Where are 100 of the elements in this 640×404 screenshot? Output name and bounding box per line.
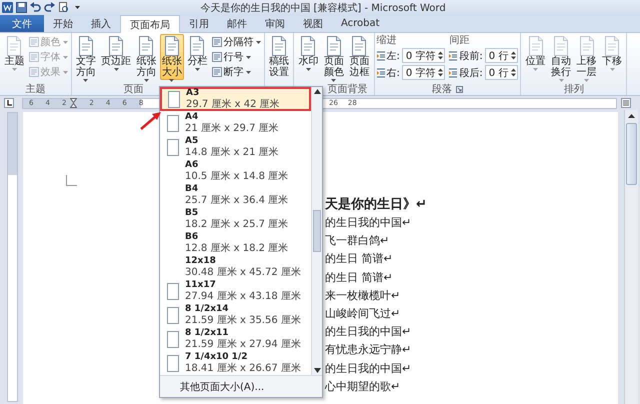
ribbon-tab[interactable]: Acrobat [332,15,389,32]
menu-item[interactable]: 7 1/4x10 1/2 18.41 厘米 x 26.67 厘米 [160,351,311,375]
menu-item[interactable]: A3 29.7 厘米 x 42 厘米 [160,87,311,111]
document-icon [212,37,222,47]
document-line: 的生日我的中国↵ [325,360,412,377]
ribbon-tab[interactable]: 引用 [180,15,218,32]
field-label: 段前: [459,50,483,62]
field-label: 右: [386,66,400,80]
ribbon-button[interactable]: 纸张大小 [160,34,184,80]
ribbon-button[interactable]: 断字 [210,65,262,79]
menu-item[interactable]: B6 12.8 厘米 x 18.2 厘米 [160,231,311,255]
ruler-toggle-icon[interactable] [621,98,631,108]
print-preview-icon[interactable] [58,2,69,13]
page-icon [138,36,154,56]
ribbon-button[interactable]: 水印 [296,34,320,80]
file-tab[interactable]: 文件 [0,15,44,32]
ribbon-button[interactable]: 分隔符 [210,35,262,49]
field-label: 左: [386,50,400,62]
scrollbar[interactable] [311,87,322,375]
page-icon [300,36,316,56]
page-icon [164,36,180,56]
scroll-thumb[interactable] [626,123,637,185]
page-icon [189,36,206,56]
menu-item[interactable]: A4 21 厘米 x 29.7 厘米 [160,111,311,135]
section-heading: 间距 [449,35,470,46]
page-icon [553,36,570,56]
menu-item[interactable]: 8 1/2x14 21.59 厘米 x 35.56 厘米 [160,303,311,327]
page-icon [270,36,287,56]
ribbon-button[interactable]: 页面边框 [347,34,372,80]
document-icon [212,67,222,77]
pointer-arrow [140,110,162,130]
document-line: 的生日我的中国↵ [325,324,412,340]
ribbon-tab[interactable]: 开始 [44,15,82,32]
scrollbar[interactable] [624,110,638,404]
document-line: 的生日我的中国↵ [325,215,412,231]
indent-marker-icon[interactable] [70,98,78,108]
menu-item[interactable]: B5 18.2 厘米 x 25.7 厘米 [160,207,311,231]
dialog-launcher-icon[interactable] [456,86,463,93]
menu-item[interactable]: A6 10.5 厘米 x 14.8 厘米 [160,159,311,183]
ribbon-button[interactable]: 行号 [210,50,262,64]
ribbon-tab[interactable]: 视图 [294,15,332,32]
spacing-icon [449,68,458,78]
document-line: 的生日 简谱↵ [325,270,394,286]
ribbon-button[interactable]: 分栏 [185,34,210,80]
spin-field[interactable]: 0 行 [484,65,518,80]
app-icon[interactable] [2,2,13,13]
document-icon [28,67,38,77]
ribbon-button[interactable]: 页边距 [99,34,133,80]
page-icon [351,36,368,56]
scroll-down-icon[interactable] [314,368,320,373]
scroll-up-icon[interactable] [627,112,636,121]
spin-field[interactable]: 0 字符 [402,65,446,80]
spinner-icon [511,51,516,60]
spacing-icon [449,50,458,60]
page-icon [326,36,342,56]
ribbon-button[interactable]: 纸张方向 [134,34,158,80]
scroll-up-icon[interactable] [314,89,320,94]
window-title: 今天是你的生日我的中国 [兼容模式] - Microsoft Word [199,2,447,14]
document-icon [212,52,222,62]
spinner-icon [438,51,444,60]
ribbon-tab[interactable]: 插入 [82,15,120,32]
spin-field[interactable]: 0 字符 [402,48,446,63]
document-icon [28,52,38,62]
ribbon-tab[interactable]: 审阅 [256,15,294,32]
group-label: 页面背景 [328,84,368,95]
document-title: 天是你的生日》↵ [325,196,428,214]
tab-stop-icon[interactable] [4,98,14,108]
document-icon [28,37,38,47]
section-heading: 缩进 [376,35,398,46]
indent-icon [376,50,384,60]
menu-item[interactable]: B4 25.7 厘米 x 36.4 厘米 [160,183,311,207]
ribbon-button[interactable]: 稿纸设置 [266,34,291,80]
indent-icon [376,68,384,78]
ribbon-tab[interactable]: 页面布局 [120,15,180,33]
document-line: 的生日 简谱↵ [325,251,394,268]
menu-item[interactable]: 11x17 27.94 厘米 x 43.18 厘米 [160,279,311,303]
undo-icon[interactable] [30,2,41,13]
document-line: 山峻岭间飞过↵ [325,306,402,322]
page-icon [528,36,544,56]
redo-icon[interactable] [44,2,55,13]
group-label: 页面 [124,84,144,95]
group-label: 主题 [25,84,46,95]
ribbon-button[interactable]: 页面颜色 [322,34,346,80]
scroll-thumb[interactable] [313,210,321,252]
spin-field[interactable]: 0 行 [484,48,518,63]
page-icon [604,36,620,56]
menu-item[interactable]: 其他页面大小(A)... [160,375,322,397]
ribbon-tab[interactable]: 邮件 [218,15,256,32]
margin-corner-mark [66,175,77,186]
menu-item[interactable]: 12x18 30.48 厘米 x 45.72 厘米 [160,255,311,279]
group-label: 排列 [564,84,584,95]
menu-item[interactable]: 8 1/2x11 21.59 厘米 x 27.94 厘米 [160,327,311,351]
document-line: 飞一群白鸽↵ [325,233,390,250]
menu-item[interactable]: A5 14.8 厘米 x 21 厘米 [160,135,311,159]
ribbon-button[interactable]: 文字方向 [74,34,98,80]
spinner-icon [511,68,516,77]
page-icon [578,36,595,56]
page-icon [108,36,124,56]
save-icon[interactable] [16,2,27,13]
group-label: 段落 [432,84,452,95]
